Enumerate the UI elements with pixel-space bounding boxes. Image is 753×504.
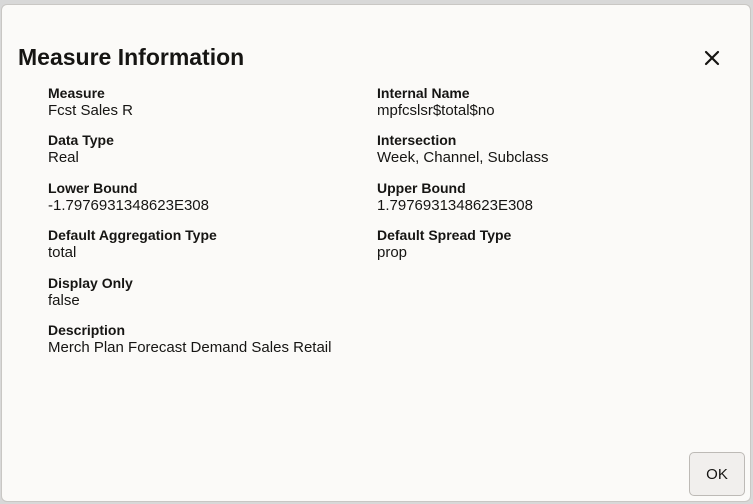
field-label: Lower Bound <box>48 180 138 196</box>
dialog-title: Measure Information <box>18 44 245 70</box>
measure-information-dialog: Measure Information Measure Fcst Sales R… <box>1 4 751 502</box>
field-value: -1.7976931348623E308 <box>48 197 209 214</box>
field-description: Description Merch Plan Forecast Demand S… <box>48 322 448 357</box>
field-value: Week, Channel, Subclass <box>377 149 549 166</box>
field-value: 1.7976931348623E308 <box>377 197 533 214</box>
field-value: false <box>48 292 80 309</box>
field-label: Default Aggregation Type <box>48 227 217 243</box>
field-data-type: Data Type Real <box>48 132 368 167</box>
field-label: Upper Bound <box>377 180 466 196</box>
field-default-spread-type: Default Spread Type prop <box>377 227 697 262</box>
field-label: Display Only <box>48 275 133 291</box>
field-label: Default Spread Type <box>377 227 512 243</box>
field-lower-bound: Lower Bound -1.7976931348623E308 <box>48 180 368 215</box>
field-upper-bound: Upper Bound 1.7976931348623E308 <box>377 180 697 215</box>
field-label: Internal Name <box>377 85 470 101</box>
field-value: Fcst Sales R <box>48 102 134 119</box>
field-value: total <box>48 244 77 261</box>
field-label: Description <box>48 322 126 338</box>
field-value: mpfcslsr$total$no <box>377 102 495 119</box>
field-internal-name: Internal Name mpfcslsr$total$no <box>377 85 697 120</box>
field-label: Intersection <box>377 132 457 148</box>
field-value: Real <box>48 149 79 166</box>
field-label: Data Type <box>48 132 114 148</box>
field-value: prop <box>377 244 408 261</box>
field-default-aggregation-type: Default Aggregation Type total <box>48 227 368 262</box>
field-label: Measure <box>48 85 105 101</box>
field-display-only: Display Only false <box>48 275 368 310</box>
field-intersection: Intersection Week, Channel, Subclass <box>377 132 697 167</box>
field-measure: Measure Fcst Sales R <box>48 85 368 120</box>
close-button[interactable] <box>698 44 726 72</box>
ok-button[interactable]: OK <box>689 452 745 496</box>
field-value: Merch Plan Forecast Demand Sales Retail <box>48 339 332 356</box>
close-icon <box>698 44 726 72</box>
